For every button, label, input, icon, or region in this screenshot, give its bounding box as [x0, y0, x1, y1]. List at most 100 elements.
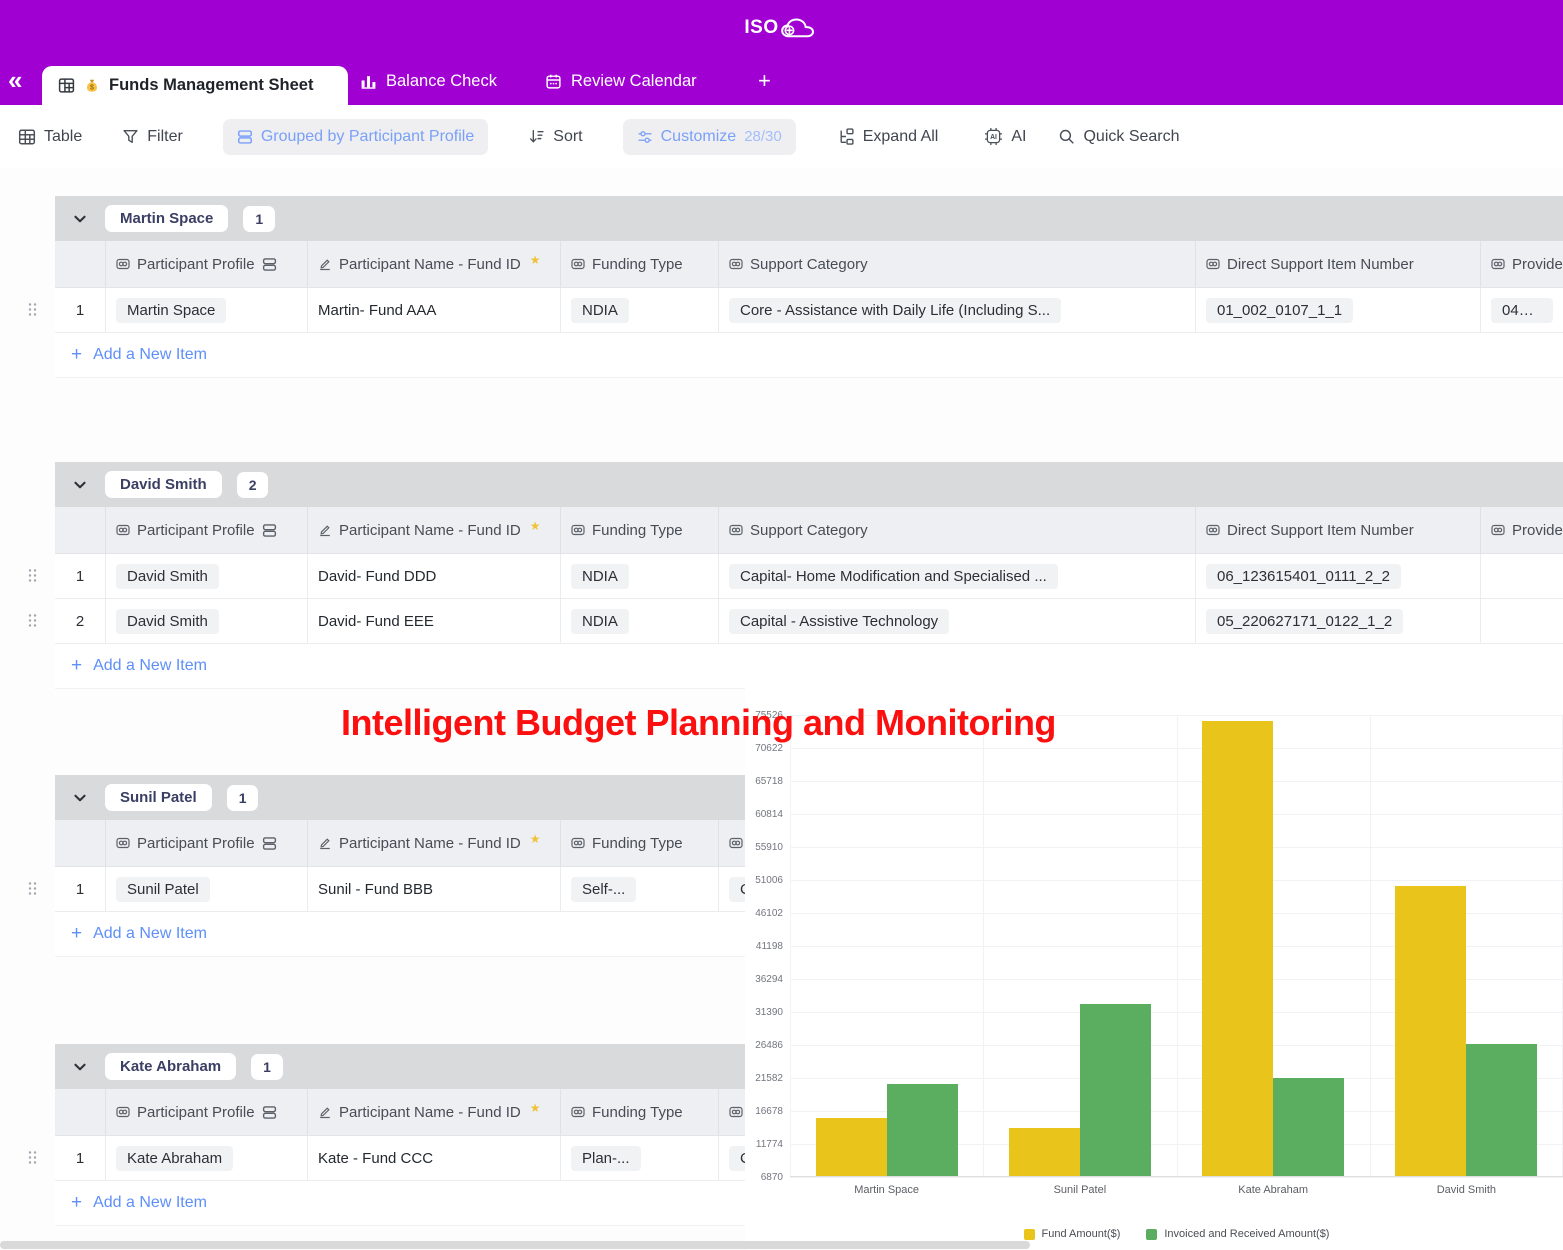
y-tick-label: 70622	[745, 743, 783, 754]
column-header-participant-name[interactable]: Participant Name - Fund ID ★	[307, 241, 560, 287]
cell-direct-support-item[interactable]: 05_220627171_0122_1_2	[1195, 599, 1480, 643]
plus-icon: +	[71, 655, 82, 677]
gridline	[790, 715, 791, 1176]
column-header-funding-type[interactable]: Funding Type	[560, 820, 718, 866]
link-icon	[571, 257, 585, 271]
cell-funding-type[interactable]: Plan-...	[560, 1136, 718, 1180]
tab-label: Review Calendar	[571, 72, 697, 91]
gridline	[790, 1177, 1563, 1178]
table-icon	[18, 128, 36, 146]
grouped-by-button[interactable]: Grouped by Participant Profile	[223, 119, 488, 155]
add-new-item-button[interactable]: + Add a New Item	[55, 333, 1563, 378]
column-header-support-category[interactable]: Support Category	[718, 241, 1195, 287]
cell-participant-profile[interactable]: Martin Space	[105, 288, 307, 332]
column-header-participant-name[interactable]: Participant Name - Fund ID ★	[307, 820, 560, 866]
cell-participant-name[interactable]: David- Fund DDD	[307, 554, 560, 598]
column-label: Participant Profile	[137, 522, 255, 539]
cell-support-category[interactable]: Core - Assistance with Daily Life (Inclu…	[718, 288, 1195, 332]
column-header-funding-type[interactable]: Funding Type	[560, 1089, 718, 1135]
add-tab-button[interactable]: +	[758, 57, 771, 105]
sort-button[interactable]: Sort	[528, 128, 582, 146]
column-label: Direct Support Item Number	[1227, 522, 1414, 539]
table-view-button[interactable]: Table	[18, 128, 82, 146]
link-icon	[729, 836, 743, 850]
y-tick-label: 55910	[745, 842, 783, 853]
cell-participant-name[interactable]: Kate - Fund CCC	[307, 1136, 560, 1180]
cell-support-category[interactable]: Capital - Assistive Technology	[718, 599, 1195, 643]
group-by-icon	[237, 129, 253, 145]
group-by-icon	[262, 523, 277, 538]
column-header-funding-type[interactable]: Funding Type	[560, 507, 718, 553]
cloud-plus-icon	[779, 16, 819, 42]
cell-participant-profile[interactable]: David Smith	[105, 599, 307, 643]
group-name[interactable]: Martin Space	[105, 205, 228, 232]
chevron-down-icon[interactable]	[72, 476, 90, 494]
column-header-direct-support-item[interactable]: Direct Support Item Number	[1195, 507, 1480, 553]
table-row[interactable]: 1 Martin Space Martin- Fund AAA NDIA Cor…	[55, 288, 1563, 333]
link-icon	[729, 523, 743, 537]
cell-funding-type[interactable]: NDIA	[560, 554, 718, 598]
column-header-support-category[interactable]: Support Category	[718, 507, 1195, 553]
chevron-down-icon[interactable]	[72, 1058, 90, 1076]
funding-chip: NDIA	[571, 298, 629, 323]
group-count-badge: 1	[251, 1054, 283, 1080]
profile-chip: David Smith	[116, 609, 219, 634]
cell-direct-support-item[interactable]: 06_123615401_0111_2_2	[1195, 554, 1480, 598]
tab-funds-management-sheet[interactable]: $ Funds Management Sheet	[42, 66, 348, 105]
quick-search-button[interactable]: Quick Search	[1058, 128, 1179, 146]
table-row[interactable]: 1 David Smith David- Fund DDD NDIA Capit…	[55, 554, 1563, 599]
column-header-participant-profile[interactable]: Participant Profile	[105, 507, 307, 553]
chevron-down-icon[interactable]	[72, 210, 90, 228]
y-tick-label: 6870	[745, 1172, 783, 1183]
horizontal-scrollbar[interactable]	[0, 1241, 1030, 1249]
cell-participant-profile[interactable]: Kate Abraham	[105, 1136, 307, 1180]
column-label: Funding Type	[592, 256, 683, 273]
group-name[interactable]: David Smith	[105, 471, 222, 498]
filter-button[interactable]: Filter	[122, 128, 183, 146]
tab-review-calendar[interactable]: Review Calendar	[545, 57, 697, 105]
link-icon	[116, 523, 130, 537]
expand-all-label: Expand All	[863, 128, 939, 146]
column-header-funding-type[interactable]: Funding Type	[560, 241, 718, 287]
group-name[interactable]: Sunil Patel	[105, 784, 212, 811]
cell-provider[interactable]	[1480, 599, 1563, 643]
support-chip: Core - Assistance with Daily Life (Inclu…	[729, 298, 1061, 323]
cell-participant-profile[interactable]: Sunil Patel	[105, 867, 307, 911]
cell-support-category[interactable]: Capital- Home Modification and Specialis…	[718, 554, 1195, 598]
column-header-direct-support-item[interactable]: Direct Support Item Number	[1195, 241, 1480, 287]
row-number-header	[55, 241, 105, 287]
customize-button[interactable]: Customize 28/30	[623, 119, 796, 155]
column-header-provider[interactable]: Provider	[1480, 507, 1563, 553]
logo-text: ISO	[744, 17, 778, 39]
cell-funding-type[interactable]: Self-...	[560, 867, 718, 911]
column-header-provider[interactable]: Provider	[1480, 241, 1563, 287]
column-header-participant-profile[interactable]: Participant Profile	[105, 820, 307, 866]
cell-provider[interactable]: 04_799_	[1480, 288, 1563, 332]
tab-balance-check[interactable]: Balance Check	[360, 57, 497, 105]
add-new-item-label: Add a New Item	[93, 1194, 207, 1212]
column-header-participant-name[interactable]: Participant Name - Fund ID ★	[307, 507, 560, 553]
cell-provider[interactable]	[1480, 554, 1563, 598]
cell-participant-name[interactable]: David- Fund EEE	[307, 599, 560, 643]
y-tick-label: 41198	[745, 941, 783, 952]
cell-participant-profile[interactable]: David Smith	[105, 554, 307, 598]
table-row[interactable]: 2 David Smith David- Fund EEE NDIA Capit…	[55, 599, 1563, 644]
ai-button[interactable]: AI AI	[984, 127, 1026, 146]
column-header-participant-profile[interactable]: Participant Profile	[105, 1089, 307, 1135]
budget-bar-chart: 6870117741667821582264863139036294411984…	[745, 678, 1563, 1250]
group-name[interactable]: Kate Abraham	[105, 1053, 236, 1080]
link-icon	[571, 523, 585, 537]
chevron-down-icon[interactable]	[72, 789, 90, 807]
column-header-participant-profile[interactable]: Participant Profile	[105, 241, 307, 287]
cell-funding-type[interactable]: NDIA	[560, 288, 718, 332]
cell-participant-name[interactable]: Martin- Fund AAA	[307, 288, 560, 332]
cell-participant-name[interactable]: Sunil - Fund BBB	[307, 867, 560, 911]
cell-funding-type[interactable]: NDIA	[560, 599, 718, 643]
collapse-sidebar-icon[interactable]: «	[8, 65, 22, 96]
row-number-value: 1	[76, 881, 84, 898]
column-header-participant-name[interactable]: Participant Name - Fund ID ★	[307, 1089, 560, 1135]
link-icon	[1491, 523, 1505, 537]
profile-chip: Kate Abraham	[116, 1146, 233, 1171]
cell-direct-support-item[interactable]: 01_002_0107_1_1	[1195, 288, 1480, 332]
expand-all-button[interactable]: Expand All	[838, 128, 939, 146]
